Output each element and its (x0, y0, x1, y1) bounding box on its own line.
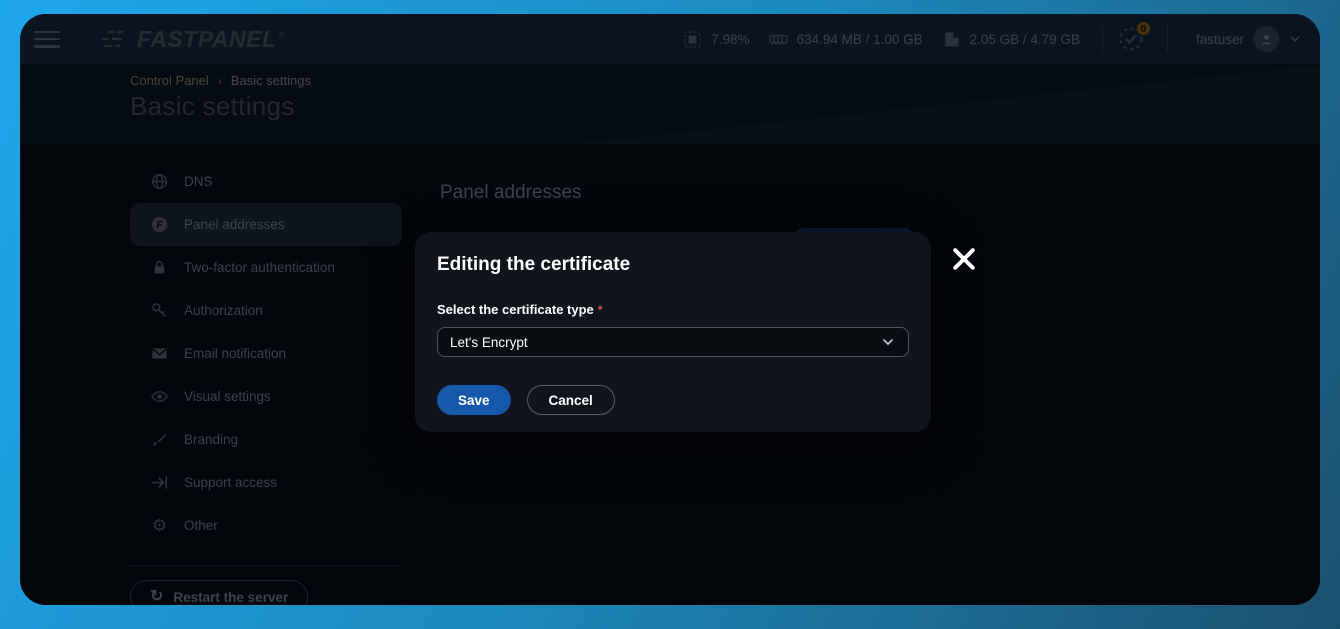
panel-addresses-heading: Panel addresses (440, 182, 582, 204)
mail-icon (150, 344, 169, 363)
person-icon (1259, 32, 1274, 47)
sidebar-item-email-notification[interactable]: Email notification (130, 332, 402, 375)
sidebar-item-label: Visual settings (184, 389, 271, 404)
sidebar-item-support-access[interactable]: Support access (130, 461, 402, 504)
certificate-type-label-text: Select the certificate type (437, 302, 594, 317)
sidebar-item-authorization[interactable]: Authorization (130, 289, 402, 332)
brush-icon (150, 430, 169, 449)
restart-server-label: Restart the server (173, 590, 288, 605)
cancel-button[interactable]: Cancel (527, 385, 615, 415)
tasks-button[interactable]: 0 (1117, 25, 1145, 53)
sidebar-item-label: Support access (184, 475, 277, 490)
sidebar-footer: ↻ Restart the server (130, 565, 402, 605)
chevron-down-icon (1288, 32, 1302, 46)
settings-sidebar: DNS F Panel addresses Two-factor authent… (130, 160, 402, 547)
sidebar-item-label: Other (184, 518, 218, 533)
sidebar-item-label: DNS (184, 174, 213, 189)
chevron-down-icon (880, 334, 896, 350)
sidebar-item-other[interactable]: ⚙ Other (130, 504, 402, 547)
disk-usage-value: 2.05 GB / 4.79 GB (970, 32, 1080, 47)
ram-usage-value: 634.94 MB / 1.00 GB (797, 32, 923, 47)
sidebar-item-visual-settings[interactable]: Visual settings (130, 375, 402, 418)
cpu-icon (682, 29, 703, 50)
page-title: Basic settings (130, 91, 295, 122)
sidebar-item-branding[interactable]: Branding (130, 418, 402, 461)
globe-icon (150, 172, 169, 191)
eye-icon (150, 387, 169, 406)
ram-usage-stat: 634.94 MB / 1.00 GB (768, 29, 923, 50)
restart-server-button[interactable]: ↻ Restart the server (130, 580, 308, 605)
topbar-divider (1102, 26, 1103, 52)
cpu-usage-value: 7.98% (711, 32, 749, 47)
save-button[interactable]: Save (437, 385, 511, 415)
certificate-type-label: Select the certificate type * (437, 302, 909, 317)
topbar: FASTPANEL ® 7.98% 634.94 MB / 1.00 GB 2.… (20, 14, 1320, 64)
disk-usage-stat: 2.05 GB / 4.79 GB (941, 29, 1080, 50)
user-menu[interactable]: fastuser (1196, 26, 1302, 52)
certificate-type-value: Let's Encrypt (450, 335, 528, 350)
username: fastuser (1196, 32, 1244, 47)
close-icon (949, 244, 979, 274)
breadcrumb-separator: › (218, 74, 222, 88)
gear-icon: ⚙ (150, 516, 169, 536)
required-mark: * (598, 303, 603, 317)
breadcrumb-current: Basic settings (231, 73, 311, 88)
lock-icon (150, 258, 169, 277)
key-icon (150, 301, 169, 320)
sidebar-divider (130, 565, 402, 566)
sidebar-item-label: Branding (184, 432, 238, 447)
arrow-right-icon (150, 473, 169, 492)
logo-registered-mark: ® (279, 29, 286, 39)
sidebar-item-dns[interactable]: DNS (130, 160, 402, 203)
close-modal-button[interactable] (946, 242, 982, 278)
logo-text: FASTPANEL (137, 26, 277, 53)
sidebar-item-label: Email notification (184, 346, 286, 361)
svg-text:F: F (156, 220, 163, 231)
restart-icon: ↻ (150, 589, 163, 605)
avatar (1253, 26, 1279, 52)
menu-icon[interactable] (34, 31, 60, 48)
certificate-type-select[interactable]: Let's Encrypt (437, 327, 909, 357)
modal-title: Editing the certificate (437, 254, 909, 276)
tasks-count-badge: 0 (1135, 20, 1152, 37)
cpu-usage-stat: 7.98% (682, 29, 749, 50)
modal-actions: Save Cancel (437, 385, 909, 415)
header-decoration (450, 64, 1320, 144)
sidebar-item-panel-addresses[interactable]: F Panel addresses (130, 203, 402, 246)
breadcrumb-control-panel[interactable]: Control Panel (130, 73, 209, 88)
topbar-divider-2 (1167, 26, 1168, 52)
logo-lines-icon (93, 27, 130, 51)
breadcrumb: Control Panel › Basic settings (130, 73, 311, 88)
edit-certificate-modal: Editing the certificate Select the certi… (415, 232, 931, 432)
fastpanel-logo[interactable]: FASTPANEL ® (96, 26, 285, 53)
ram-icon (768, 29, 789, 50)
sidebar-item-label: Panel addresses (184, 217, 285, 232)
page-header: Control Panel › Basic settings Basic set… (20, 64, 1320, 144)
f-circle-icon: F (150, 215, 169, 234)
sidebar-item-label: Two-factor authentication (184, 260, 335, 275)
sidebar-item-label: Authorization (184, 303, 263, 318)
disk-icon (941, 29, 962, 50)
sidebar-item-two-factor[interactable]: Two-factor authentication (130, 246, 402, 289)
